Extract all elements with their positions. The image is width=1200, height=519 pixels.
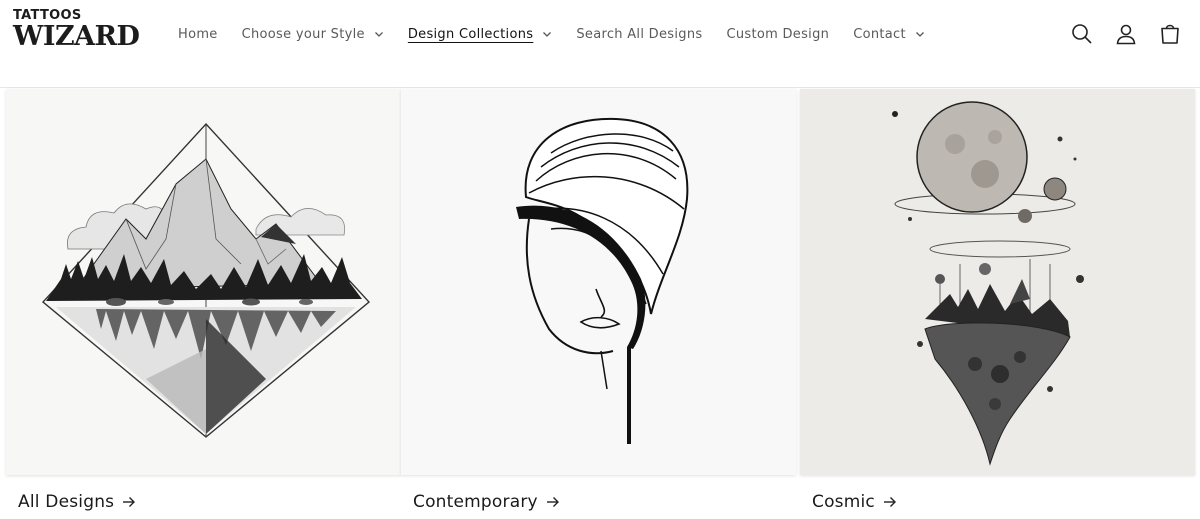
collection-card-cosmic[interactable]: Cosmic xyxy=(800,89,1195,519)
nav-item-custom-design[interactable]: Custom Design xyxy=(714,22,841,46)
arrow-right-icon xyxy=(883,497,896,507)
collection-title-text: All Designs xyxy=(18,492,115,512)
nav-item-home[interactable]: Home xyxy=(166,22,230,46)
collection-title[interactable]: Cosmic xyxy=(812,492,897,512)
brand-logo-main: WIZARD xyxy=(13,21,140,52)
collection-card-contemporary[interactable]: Contemporary xyxy=(401,89,796,519)
collection-title-text: Contemporary xyxy=(413,492,538,512)
collection-title-text: Cosmic xyxy=(812,492,875,512)
collection-title[interactable]: All Designs xyxy=(18,492,136,512)
header-actions xyxy=(1064,19,1188,49)
nav-item-contact[interactable]: Contact xyxy=(841,22,937,46)
nav-label: Search All Designs xyxy=(576,26,703,42)
nav-label: Design Collections xyxy=(407,26,534,42)
account-icon xyxy=(1116,24,1136,45)
brand-logo[interactable]: TATTOOS WIZARD xyxy=(13,8,153,58)
main-nav: Home Choose your Style Design Collection… xyxy=(166,22,937,46)
nav-item-design-collections[interactable]: Design Collections xyxy=(396,22,565,46)
nav-label: Custom Design xyxy=(726,26,830,42)
collection-image-face[interactable] xyxy=(401,89,796,475)
nav-label: Choose your Style xyxy=(241,26,365,42)
nav-item-search-all-designs[interactable]: Search All Designs xyxy=(564,22,714,46)
collection-image-mountains[interactable] xyxy=(6,89,401,475)
site-header: TATTOOS WIZARD Home Choose your Style De… xyxy=(0,0,1200,88)
chevron-down-icon xyxy=(915,32,924,37)
arrow-right-icon xyxy=(123,497,136,507)
arrow-right-icon xyxy=(546,497,559,507)
chevron-down-icon xyxy=(543,32,552,37)
cart-icon xyxy=(1161,24,1179,44)
collection-card-all-designs[interactable]: All Designs xyxy=(6,89,401,519)
collection-grid: All Designs Contemporary Cosmic xyxy=(0,89,1200,519)
nav-label: Home xyxy=(178,26,218,42)
collection-image-cosmic[interactable] xyxy=(800,89,1195,475)
account-button[interactable] xyxy=(1108,19,1144,49)
cart-button[interactable] xyxy=(1152,19,1188,49)
search-button[interactable] xyxy=(1064,19,1100,49)
collection-title[interactable]: Contemporary xyxy=(413,492,560,512)
chevron-down-icon xyxy=(374,32,383,37)
search-icon xyxy=(1072,24,1092,44)
nav-item-choose-style[interactable]: Choose your Style xyxy=(230,22,396,46)
nav-label: Contact xyxy=(853,26,906,42)
